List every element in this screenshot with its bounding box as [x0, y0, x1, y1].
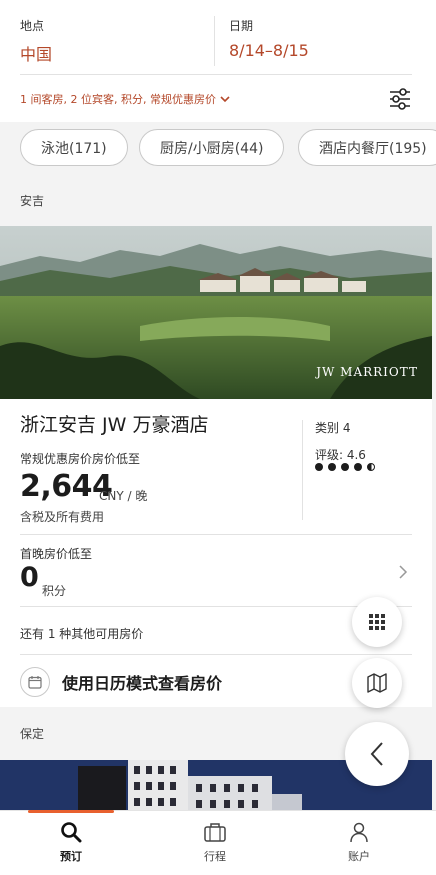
- header-separator: [20, 74, 412, 75]
- guest-summary-text: 1 间客房, 2 位宾客, 积分, 常规优惠房价: [20, 93, 216, 106]
- card-separator: [20, 654, 412, 655]
- search-header: 地点 中国 日期 8/14–8/15 1 间客房, 2 位宾客, 积分, 常规优…: [0, 0, 436, 122]
- chip-pool[interactable]: 泳池(171): [20, 129, 128, 166]
- hotel-photo[interactable]: JW MARRIOTT: [0, 226, 432, 399]
- rating-dot: [354, 463, 362, 471]
- guest-summary-dropdown[interactable]: 1 间客房, 2 位宾客, 积分, 常规优惠房价: [20, 91, 230, 107]
- card-separator: [20, 534, 412, 535]
- chip-kitchen[interactable]: 厨房/小厨房(44): [139, 129, 285, 166]
- tab-label: 行程: [204, 850, 226, 863]
- location-field[interactable]: 中国: [20, 41, 52, 65]
- location-label: 地点: [20, 19, 45, 33]
- hotel-rating: 评级: 4.6: [315, 448, 366, 462]
- card-divider: [302, 420, 303, 520]
- hotel-category: 类别 4: [315, 421, 351, 435]
- map-view-button[interactable]: [352, 658, 402, 708]
- date-field[interactable]: 8/14–8/15: [229, 41, 309, 60]
- suitcase-icon: [204, 823, 226, 842]
- filter-chips: 泳池(171) 厨房/小厨房(44) 酒店内餐厅(195): [0, 122, 436, 176]
- rating-dot: [341, 463, 349, 471]
- grid-view-button[interactable]: [352, 597, 402, 647]
- tab-account[interactable]: 账户: [314, 821, 404, 864]
- first-night-label: 首晚房价低至: [20, 547, 93, 561]
- search-icon: [61, 822, 82, 843]
- tax-note: 含税及所有费用: [20, 510, 105, 524]
- back-button[interactable]: [345, 722, 409, 786]
- rating-dots: [315, 463, 375, 471]
- tab-trips[interactable]: 行程: [170, 821, 260, 864]
- region-label: 保定: [20, 727, 45, 741]
- rating-dot: [315, 463, 323, 471]
- rating-dot-half: [367, 463, 375, 471]
- active-tab-indicator: [28, 810, 114, 813]
- price-unit: CNY / 晚: [99, 489, 148, 503]
- header-divider: [214, 16, 215, 66]
- grid-icon: [369, 614, 385, 630]
- region-label: 安吉: [20, 194, 45, 208]
- tab-label: 预订: [60, 850, 82, 863]
- points-unit: 积分: [42, 584, 67, 598]
- chevron-left-icon: [370, 742, 383, 766]
- hotel-name[interactable]: 浙江安吉 JW 万豪酒店: [20, 410, 208, 437]
- calendar-mode-label: 使用日历模式查看房价: [62, 674, 223, 693]
- chevron-right-icon[interactable]: [398, 564, 408, 580]
- person-icon: [350, 822, 368, 843]
- calendar-icon: [20, 667, 50, 697]
- rating-dot: [328, 463, 336, 471]
- regular-rate-label: 常规优惠房价房价低至: [20, 452, 141, 466]
- card-separator: [20, 606, 412, 607]
- sliders-icon[interactable]: [387, 86, 413, 112]
- tab-booking[interactable]: 预订: [26, 821, 116, 864]
- brand-logo: JW MARRIOTT: [316, 365, 418, 379]
- tab-label: 账户: [348, 850, 370, 863]
- bottom-tab-bar: 预订 行程 账户: [0, 810, 436, 875]
- date-label: 日期: [229, 19, 254, 33]
- chip-restaurant[interactable]: 酒店内餐厅(195): [298, 129, 436, 166]
- points-value: 0: [20, 562, 39, 593]
- other-rates-link[interactable]: 还有 1 种其他可用房价: [20, 625, 143, 642]
- calendar-mode-button[interactable]: 使用日历模式查看房价: [20, 667, 222, 697]
- map-icon: [367, 673, 387, 693]
- chevron-down-icon: [220, 96, 230, 103]
